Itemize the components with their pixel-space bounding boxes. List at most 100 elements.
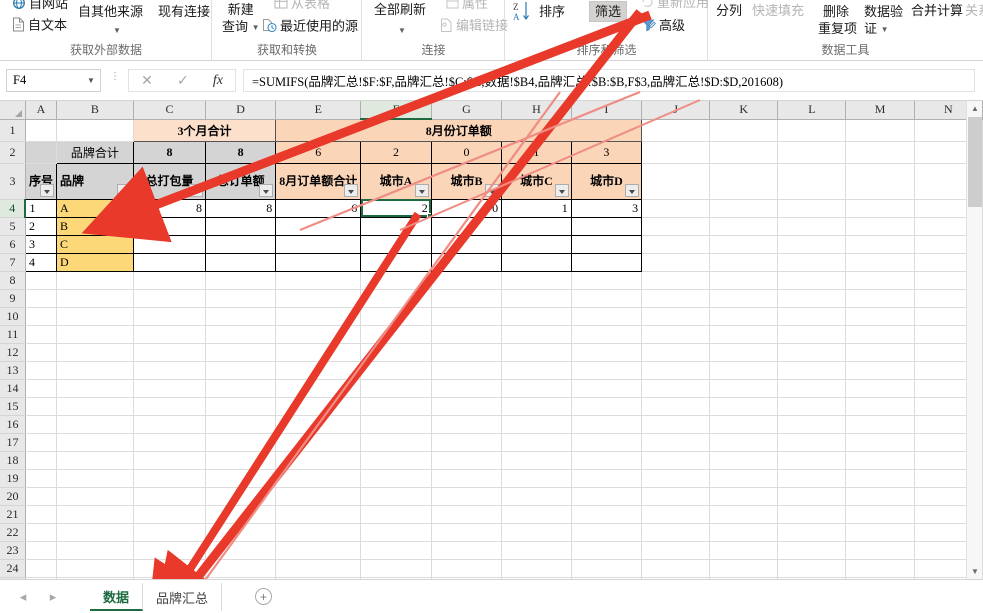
cell-J23[interactable] (641, 541, 711, 560)
cell-E21[interactable] (275, 505, 362, 524)
cell-K13[interactable] (709, 361, 779, 380)
cell-F10[interactable] (360, 307, 432, 326)
filter-dropdown-icon[interactable] (259, 183, 274, 197)
filter-dropdown-icon[interactable] (625, 183, 640, 197)
cell-J9[interactable] (641, 289, 711, 308)
worksheet-grid[interactable]: A B C D E F G H I J K L M N 1 3个月合计 8月份订… (0, 101, 983, 579)
cell-J14[interactable] (641, 379, 711, 398)
cell-A12[interactable] (25, 343, 57, 362)
filter-dropdown-icon[interactable] (39, 183, 54, 197)
cell-C11[interactable] (133, 325, 207, 344)
cell-I19[interactable] (571, 469, 643, 488)
cell-B17[interactable] (56, 433, 134, 452)
cell-I11[interactable] (571, 325, 643, 344)
column-header-H[interactable]: H (501, 101, 572, 120)
cell-A7-seq[interactable]: 4 (24, 252, 57, 272)
cell-C17[interactable] (133, 433, 207, 452)
cell-K3[interactable] (709, 163, 779, 200)
cell-L22[interactable] (777, 523, 847, 542)
row-header-6[interactable]: 6 (0, 235, 26, 254)
cell-F6[interactable] (360, 234, 432, 254)
cell-K17[interactable] (709, 433, 779, 452)
cell-E4-aug-total[interactable]: 6 (275, 198, 362, 218)
cell-H18[interactable] (501, 451, 572, 470)
filter-dropdown-icon[interactable] (414, 183, 429, 197)
cell-C10[interactable] (133, 307, 207, 326)
cell-B10[interactable] (56, 307, 134, 326)
cell-M7[interactable] (845, 253, 915, 272)
cell-H19[interactable] (501, 469, 572, 488)
cell-L14[interactable] (777, 379, 847, 398)
cell-I7[interactable] (570, 252, 643, 272)
cell-M10[interactable] (845, 307, 915, 326)
row-header-5[interactable]: 5 (0, 217, 26, 236)
cell-I20[interactable] (571, 487, 643, 506)
row-header-24[interactable]: 24 (0, 559, 26, 578)
cell-K10[interactable] (709, 307, 779, 326)
cell-J15[interactable] (641, 397, 711, 416)
cell-M14[interactable] (845, 379, 915, 398)
cell-I23[interactable] (571, 541, 643, 560)
cell-L7[interactable] (777, 253, 847, 272)
cell-J1[interactable] (641, 119, 711, 142)
cell-G5[interactable] (430, 216, 503, 236)
cell-A6-seq[interactable]: 3 (24, 234, 57, 254)
cell-I17[interactable] (571, 433, 643, 452)
cell-A21[interactable] (25, 505, 57, 524)
cell-E23[interactable] (275, 541, 362, 560)
cell-I22[interactable] (571, 523, 643, 542)
cell-K7[interactable] (709, 253, 779, 272)
cell-F2-total[interactable]: 2 (360, 140, 432, 164)
cell-C15[interactable] (133, 397, 207, 416)
add-sheet-button[interactable]: + (255, 588, 272, 605)
cell-G18[interactable] (431, 451, 503, 470)
cell-J19[interactable] (641, 469, 711, 488)
cell-D16[interactable] (205, 415, 277, 434)
cell-A9[interactable] (25, 289, 57, 308)
column-header-M[interactable]: M (845, 101, 915, 120)
column-header-F[interactable]: F (360, 101, 432, 120)
cell-H22[interactable] (501, 523, 572, 542)
cell-A4-seq[interactable]: 1 (24, 198, 57, 218)
cell-H3-header-cityC[interactable]: 城市C (501, 162, 572, 200)
cell-A15[interactable] (25, 397, 57, 416)
cell-E7[interactable] (275, 252, 362, 272)
row-header-12[interactable]: 12 (0, 343, 26, 362)
cell-K9[interactable] (709, 289, 779, 308)
cell-D18[interactable] (205, 451, 277, 470)
cell-H17[interactable] (501, 433, 572, 452)
cell-J10[interactable] (641, 307, 711, 326)
cell-H15[interactable] (501, 397, 572, 416)
cell-B7-brand[interactable]: D (55, 252, 134, 272)
cell-C20[interactable] (133, 487, 207, 506)
cell-L6[interactable] (777, 235, 847, 254)
cell-E12[interactable] (275, 343, 362, 362)
ribbon-item-text-to-columns[interactable]: 分列 (716, 3, 742, 18)
cell-L10[interactable] (777, 307, 847, 326)
cell-D11[interactable] (205, 325, 277, 344)
cell-E9[interactable] (275, 289, 362, 308)
cell-B9[interactable] (56, 289, 134, 308)
cell-C4-pack[interactable]: 8 (132, 198, 207, 218)
cell-G4-cityB[interactable]: 0 (430, 198, 503, 218)
row-header-9[interactable]: 9 (0, 289, 26, 308)
cell-C21[interactable] (133, 505, 207, 524)
cell-G20[interactable] (431, 487, 503, 506)
ribbon-item-filter[interactable]: 筛选 (589, 1, 628, 22)
row-header-18[interactable]: 18 (0, 451, 26, 470)
row-header-21[interactable]: 21 (0, 505, 26, 524)
cell-G24[interactable] (431, 559, 503, 578)
cell-C24[interactable] (133, 559, 207, 578)
cell-D3-header-amount[interactable]: 总订单额 (205, 162, 277, 200)
cell-M11[interactable] (845, 325, 915, 344)
cell-I5[interactable] (570, 216, 643, 236)
cell-D5[interactable] (205, 216, 277, 236)
column-header-G[interactable]: G (431, 101, 503, 120)
cell-J13[interactable] (641, 361, 711, 380)
cell-E8[interactable] (275, 271, 362, 290)
cell-F22[interactable] (360, 523, 432, 542)
cell-J2[interactable] (641, 141, 711, 164)
cell-J18[interactable] (641, 451, 711, 470)
cell-I14[interactable] (571, 379, 643, 398)
row-header-4[interactable]: 4 (0, 199, 27, 218)
